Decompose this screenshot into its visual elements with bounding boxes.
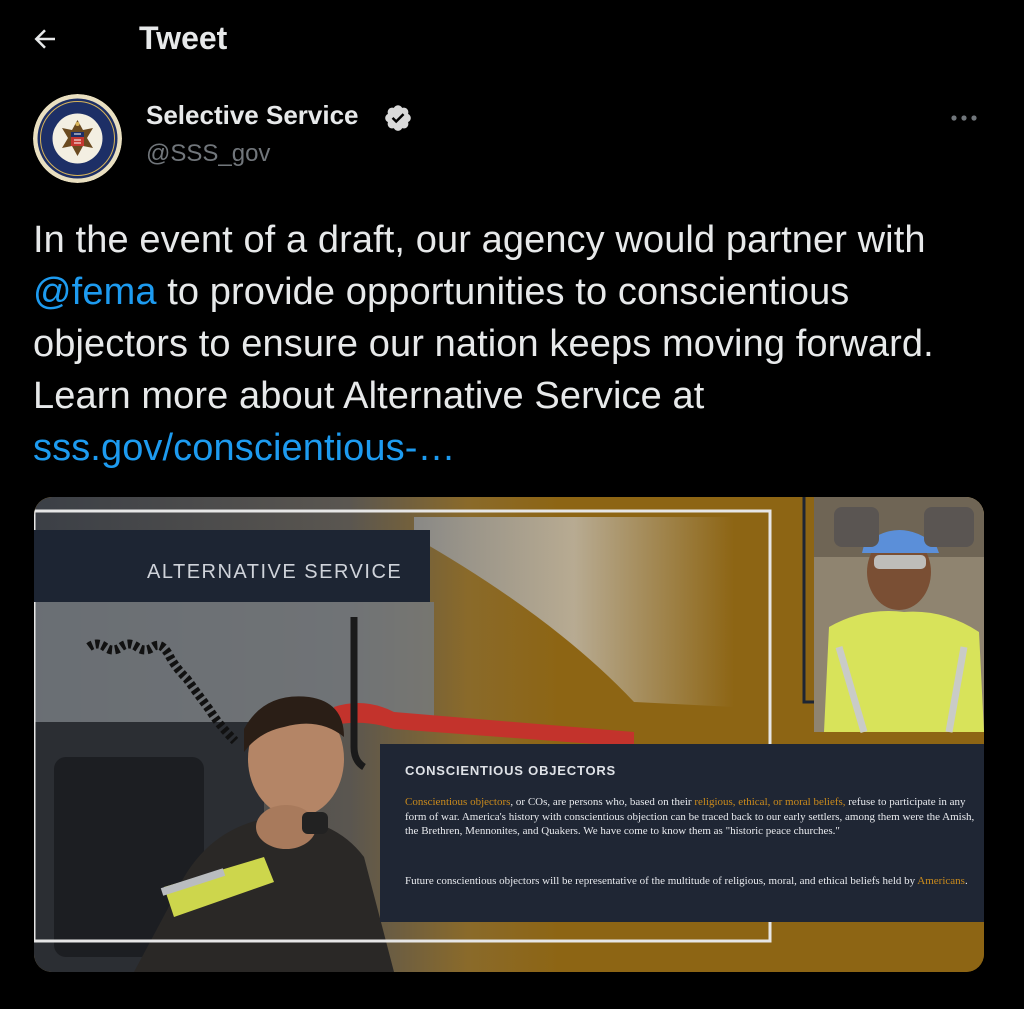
more-options-button[interactable] — [946, 104, 986, 132]
top-bar: Tweet — [0, 0, 1024, 80]
highlight-text: Conscientious objectors — [405, 796, 511, 808]
paragraph-text: . — [964, 875, 968, 887]
tweet-text-part: In the event of a draft, our agency woul… — [33, 219, 926, 261]
page-title: Tweet — [139, 20, 228, 56]
paragraph-text: Future conscientious objectors will be r… — [405, 875, 918, 887]
more-horizontal-icon — [951, 115, 977, 121]
back-button[interactable] — [30, 20, 74, 60]
avatar[interactable] — [33, 94, 122, 183]
tweet-image[interactable]: ALTERNATIVE SERVICE CONSCIENTIOUS OBJECT… — [34, 497, 984, 972]
selective-service-seal-icon — [33, 94, 122, 183]
tweet-text: In the event of a draft, our agency woul… — [33, 214, 983, 474]
objectors-paragraph-2: Future conscientious objectors will be r… — [405, 874, 980, 889]
objectors-title: CONSCIENTIOUS OBJECTORS — [405, 763, 617, 778]
paragraph-text: , or COs, are persons who, based on thei… — [510, 796, 695, 808]
author-handle[interactable]: @SSS_gov — [146, 140, 270, 168]
mention-link[interactable]: @fema — [33, 271, 157, 313]
url-link[interactable]: sss.gov/conscientious-… — [33, 427, 456, 469]
highlight-text: Americans — [917, 875, 965, 887]
tweet-page: Tweet Selective Service @SSS_gov In the … — [0, 0, 1024, 1009]
highlight-text: religious, ethical, or moral beliefs, — [694, 796, 846, 808]
tweet-text-part: to provide opportunities to conscientiou… — [33, 271, 934, 417]
verified-badge-icon — [385, 105, 411, 131]
arrow-left-icon — [34, 29, 55, 49]
objectors-paragraph: Conscientious objectors, or COs, are per… — [405, 795, 980, 839]
author-name[interactable]: Selective Service — [146, 100, 359, 131]
banner-title: ALTERNATIVE SERVICE — [147, 561, 403, 583]
